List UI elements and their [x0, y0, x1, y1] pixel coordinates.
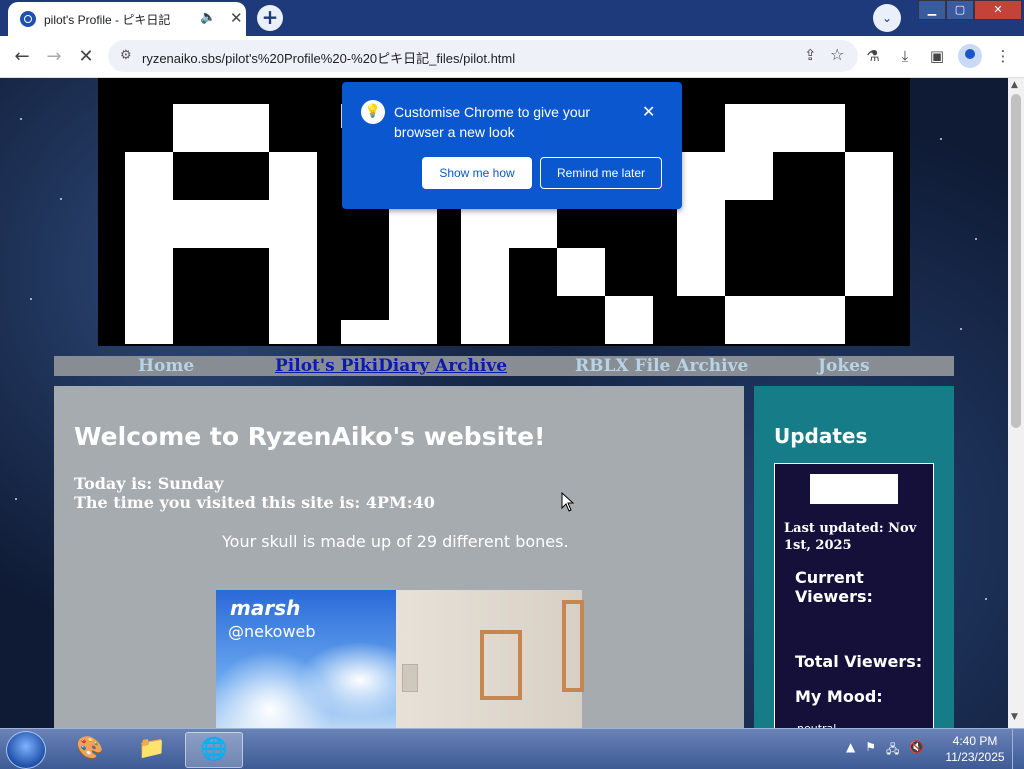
- total-viewers-label: Total Viewers:: [795, 652, 923, 671]
- maximize-button[interactable]: ▢: [946, 0, 974, 20]
- updates-sidebar: Updates Last updated: Nov 1st, 2025 Curr…: [754, 386, 954, 728]
- file-explorer-icon[interactable]: 📁: [124, 732, 180, 766]
- taskbar-clock[interactable]: 4:40 PM 11/23/2025: [942, 733, 1008, 765]
- my-mood-label: My Mood:: [795, 687, 883, 706]
- image-caption-name: marsh: [230, 596, 301, 620]
- site-favicon-icon: [20, 11, 36, 27]
- site-nav: Home Pilot's PikiDiary Archive RBLX File…: [54, 356, 954, 376]
- address-bar[interactable]: ⚙ ryzenaiko.sbs/pilot's%20Profile%20-%20…: [108, 40, 858, 72]
- forward-button[interactable]: →: [42, 45, 66, 69]
- url-text[interactable]: ryzenaiko.sbs/pilot's%20Profile%20-%20ピキ…: [142, 48, 515, 67]
- bookmark-star-icon[interactable]: ☆: [830, 45, 844, 64]
- last-updated-text: Last updated: Nov 1st, 2025: [784, 521, 917, 553]
- mouse-cursor-icon: [561, 492, 575, 512]
- browser-toolbar: ← → ✕ ⚙ ryzenaiko.sbs/pilot's%20Profile%…: [0, 36, 1024, 78]
- site-info-icon[interactable]: ⚙: [120, 48, 132, 63]
- new-tab-button[interactable]: +: [257, 5, 283, 31]
- remind-me-later-button[interactable]: Remind me later: [540, 157, 662, 189]
- updates-heading: Updates: [774, 424, 868, 448]
- tab-close-icon[interactable]: ✕: [230, 9, 243, 27]
- speaker-icon[interactable]: 🔈: [200, 10, 216, 25]
- download-icon[interactable]: ⤓: [894, 45, 916, 67]
- tab-title: pilot's Profile - ピキ日記: [44, 13, 171, 27]
- lightbulb-icon: 💡: [361, 100, 385, 124]
- browser-tab[interactable]: pilot's Profile - ピキ日記 🔈 ✕: [8, 2, 246, 36]
- wall-outlet: [402, 664, 418, 692]
- today-text: Today is: Sunday: [74, 474, 224, 493]
- scrollbar-thumb[interactable]: [1011, 94, 1021, 428]
- updates-box: Last updated: Nov 1st, 2025 Current View…: [774, 463, 934, 728]
- extension-icon[interactable]: ⚗: [862, 45, 884, 67]
- profile-avatar-icon[interactable]: [958, 44, 982, 68]
- action-center-flag-icon[interactable]: ⚑: [865, 740, 876, 761]
- show-desktop-button[interactable]: [1012, 729, 1024, 769]
- welcome-heading: Welcome to RyzenAiko's website!: [74, 422, 546, 451]
- stop-loading-button[interactable]: ✕: [74, 45, 98, 69]
- current-viewers-label: Current Viewers:: [795, 568, 873, 606]
- customise-chrome-popup: 💡 Customise Chrome to give your browser …: [342, 82, 682, 209]
- popup-message: Customise Chrome to give your browser a …: [394, 104, 591, 140]
- start-button[interactable]: [6, 731, 46, 769]
- show-hidden-icons-icon[interactable]: ▲: [846, 740, 855, 761]
- app-launcher-icon[interactable]: 🎨: [62, 732, 118, 766]
- nav-link-rblx[interactable]: RBLX File Archive: [575, 356, 748, 376]
- windows-taskbar: 🎨 📁 🌐 ▲ ⚑ 🖧 🔇 4:40 PM 11/23/2025: [0, 728, 1024, 769]
- tab-search-button[interactable]: ⌄: [873, 4, 901, 32]
- menu-kebab-icon[interactable]: ⋮: [992, 45, 1014, 67]
- volume-muted-icon[interactable]: 🔇: [909, 740, 924, 761]
- nav-link-archive[interactable]: Pilot's PikiDiary Archive: [275, 356, 507, 376]
- system-tray: ▲ ⚑ 🖧 🔇: [846, 740, 924, 761]
- nav-link-jokes[interactable]: Jokes: [818, 356, 870, 376]
- minimize-button[interactable]: ▁: [918, 0, 946, 20]
- chrome-taskbar-icon[interactable]: 🌐: [185, 732, 243, 768]
- scroll-up-arrow-icon[interactable]: ▲: [1011, 80, 1018, 90]
- scroll-down-arrow-icon[interactable]: ▼: [1011, 712, 1018, 722]
- status-image: [810, 474, 898, 504]
- window-controls: ▁ ▢ ✕: [918, 0, 1022, 20]
- visit-time-text: The time you visited this site is: 4PM:4…: [74, 493, 435, 512]
- room-photo-image: [396, 590, 584, 728]
- back-button[interactable]: ←: [10, 45, 34, 69]
- window-close-button[interactable]: ✕: [974, 0, 1022, 20]
- show-me-how-button[interactable]: Show me how: [422, 157, 532, 189]
- clock-date: 11/23/2025: [945, 750, 1005, 764]
- popup-close-icon[interactable]: ✕: [642, 102, 655, 121]
- picture-frame: [562, 600, 584, 692]
- sky-88x31-image[interactable]: marsh @nekoweb: [216, 590, 396, 728]
- network-icon[interactable]: 🖧: [886, 740, 899, 761]
- side-panel-icon[interactable]: ▣: [926, 45, 948, 67]
- image-caption-handle: @nekoweb: [228, 622, 316, 641]
- random-fact-text: Your skull is made up of 29 different bo…: [222, 532, 569, 551]
- share-icon[interactable]: ⇪: [804, 46, 817, 64]
- page-scrollbar[interactable]: ▲ ▼: [1008, 78, 1024, 728]
- tab-strip: pilot's Profile - ピキ日記 🔈 ✕ + ⌄ ▁ ▢ ✕: [0, 0, 1024, 36]
- main-content-panel: Welcome to RyzenAiko's website! Today is…: [54, 386, 744, 728]
- picture-frame: [480, 630, 522, 700]
- clock-time: 4:40 PM: [952, 734, 998, 748]
- nav-link-home[interactable]: Home: [138, 356, 194, 376]
